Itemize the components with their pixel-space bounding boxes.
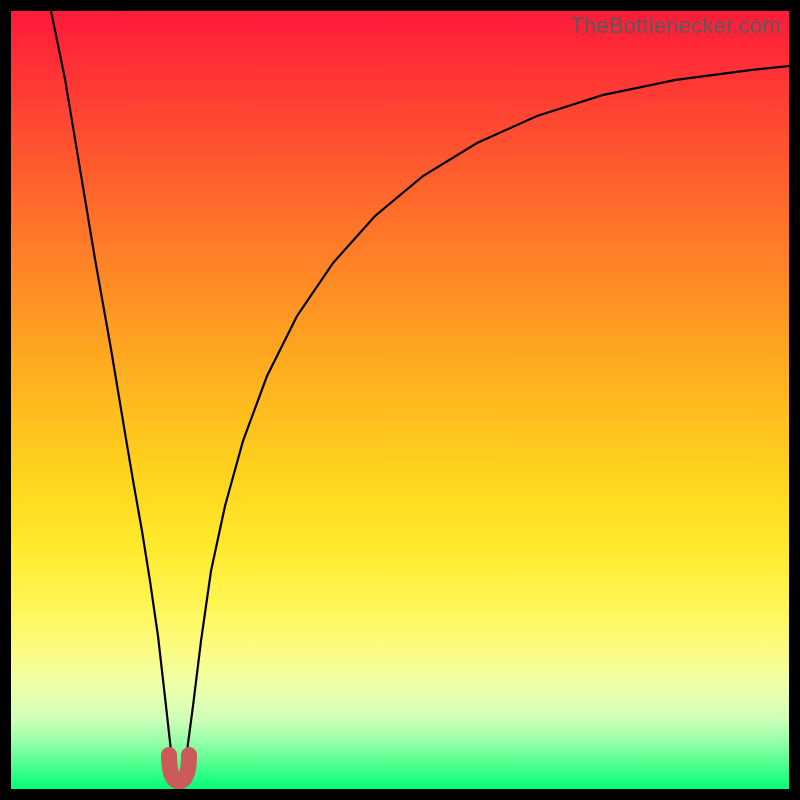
bottleneck-curve: [11, 11, 789, 789]
chart-frame: TheBottlenecker.com: [0, 0, 800, 800]
curve-left-branch: [51, 11, 176, 771]
watermark-text: TheBottlenecker.com: [571, 13, 781, 39]
curve-right-branch: [182, 66, 789, 771]
plot-area: TheBottlenecker.com: [11, 11, 789, 789]
minimum-marker-icon: [169, 755, 189, 781]
